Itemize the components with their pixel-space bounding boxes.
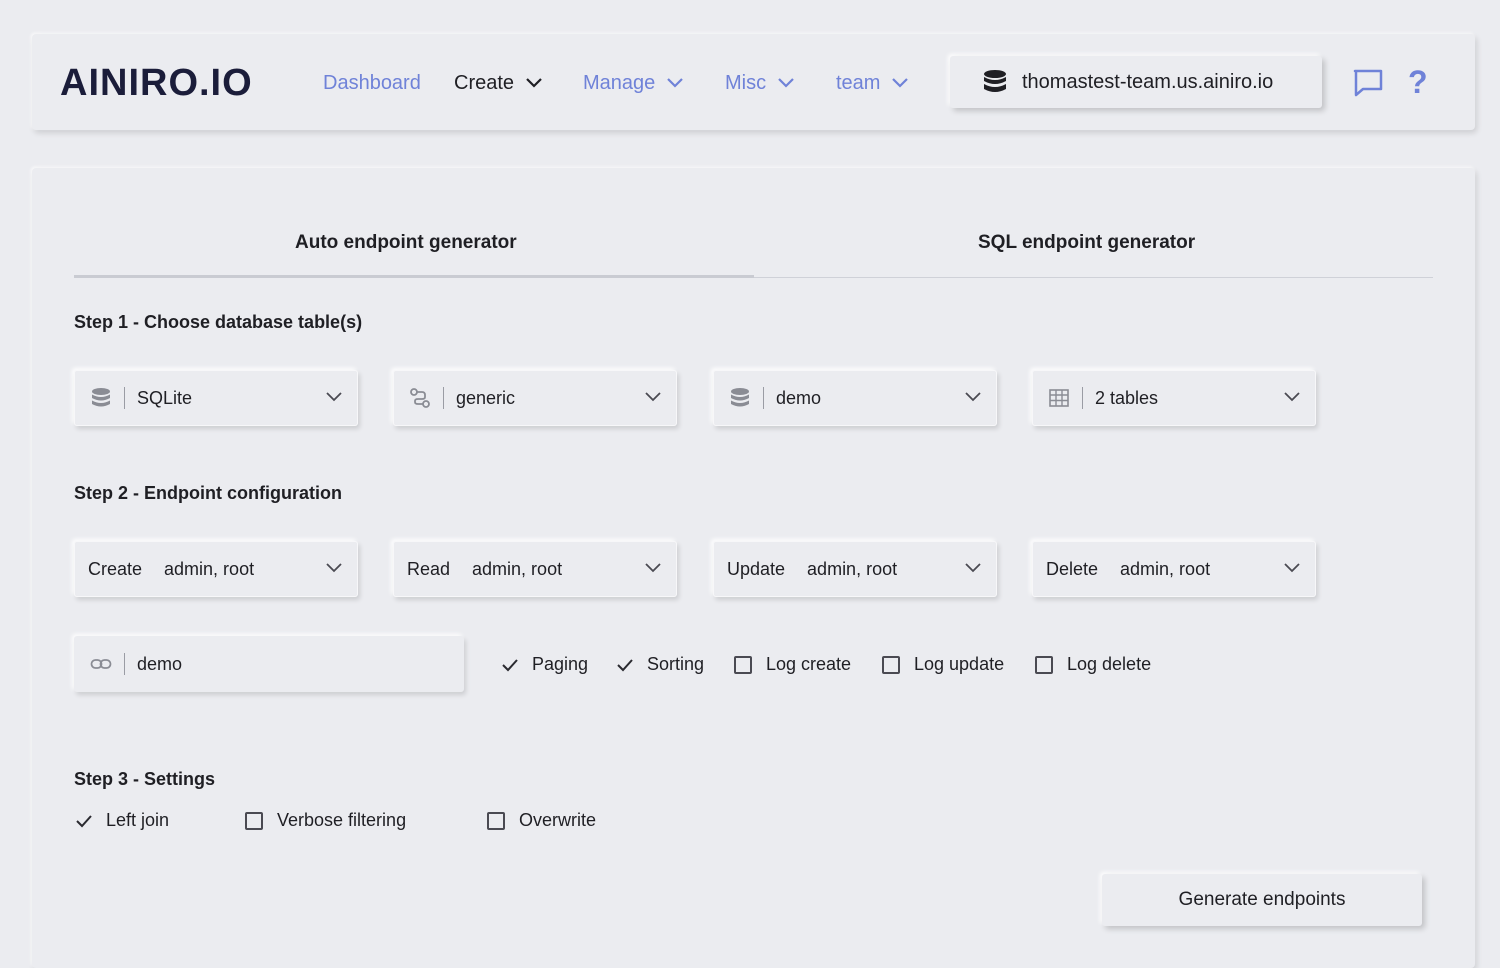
nav-dashboard-label: Dashboard [323, 72, 421, 94]
nav-misc-label: Misc [725, 72, 767, 94]
chat-icon[interactable] [1352, 68, 1384, 98]
chevron-down-icon [778, 78, 794, 88]
help-icon[interactable]: ? [1408, 64, 1428, 100]
checkbox-empty-icon [1035, 655, 1053, 674]
endpoint-url-input[interactable]: demo [74, 636, 464, 692]
create-roles-select[interactable]: Create admin, root [74, 541, 358, 597]
connection-string-value: generic [456, 387, 516, 408]
nav-misc[interactable]: Misc [725, 71, 794, 95]
connection-string-select[interactable]: generic [393, 370, 677, 426]
connection-icon [409, 387, 431, 409]
separator [124, 653, 125, 675]
chevron-down-icon [965, 563, 981, 573]
checkbox-empty-icon [882, 655, 900, 674]
verbose-filtering-checkbox[interactable]: Verbose filtering [245, 810, 406, 831]
checkmark-icon [615, 655, 635, 675]
log-delete-checkbox[interactable]: Log delete [1035, 654, 1151, 675]
database-icon [90, 387, 112, 409]
checkmark-icon [500, 655, 520, 675]
host-name: thomastest-team.us.ainiro.io [1022, 70, 1274, 93]
delete-roles-select[interactable]: Delete admin, root [1032, 541, 1316, 597]
endpoint-url-value: demo [137, 653, 183, 674]
chevron-down-icon [1284, 563, 1300, 573]
log-create-checkbox[interactable]: Log create [734, 654, 851, 675]
create-label: Create [88, 558, 143, 579]
read-label: Read [407, 558, 451, 579]
chevron-down-icon [667, 78, 684, 88]
cloudlet-host-button[interactable]: thomastest-team.us.ainiro.io [950, 56, 1322, 108]
database-value: demo [776, 387, 822, 408]
checkmark-icon [74, 811, 94, 831]
sorting-label: Sorting [647, 654, 705, 674]
read-roles-select[interactable]: Read admin, root [393, 541, 677, 597]
read-roles-value: admin, root [472, 558, 563, 579]
database-type-select[interactable]: SQLite [74, 370, 358, 426]
separator [763, 387, 764, 409]
chevron-down-icon [1284, 392, 1300, 402]
tables-select[interactable]: 2 tables [1032, 370, 1316, 426]
svg-text:AINIRO.IO: AINIRO.IO [60, 64, 253, 100]
endpoint-generator-panel: Auto endpoint generator SQL endpoint gen… [32, 168, 1475, 968]
delete-label: Delete [1046, 558, 1099, 579]
separator [443, 387, 444, 409]
chevron-down-icon [645, 392, 661, 402]
left-join-checkbox[interactable]: Left join [74, 810, 169, 831]
nav-team-label: team [836, 72, 881, 94]
left-join-label: Left join [106, 810, 170, 830]
nav-create[interactable]: Create [454, 71, 542, 95]
checkbox-empty-icon [245, 811, 263, 830]
nav-dashboard[interactable]: Dashboard [323, 71, 421, 95]
log-update-checkbox[interactable]: Log update [882, 654, 1004, 675]
top-navbar: AINIRO.IO Dashboard Create Manage Misc t… [32, 34, 1475, 130]
log-create-label: Log create [766, 654, 852, 674]
tables-value: 2 tables [1095, 387, 1159, 408]
database-icon [984, 70, 1006, 92]
create-roles-value: admin, root [164, 558, 255, 579]
nav-create-label: Create [454, 72, 515, 94]
nav-team[interactable]: team [836, 71, 909, 95]
separator [1082, 387, 1083, 409]
chevron-down-icon [526, 78, 542, 88]
nav-manage-label: Manage [583, 72, 656, 94]
update-label: Update [727, 558, 786, 579]
ainiro-logo[interactable]: AINIRO.IO [60, 64, 300, 100]
table-icon [1048, 387, 1070, 409]
active-tab-indicator [74, 275, 754, 278]
log-delete-label: Log delete [1067, 654, 1152, 674]
chevron-down-icon [326, 392, 342, 402]
checkbox-empty-icon [734, 655, 752, 674]
paging-label: Paging [532, 654, 589, 674]
generate-endpoints-button[interactable]: Generate endpoints [1102, 874, 1422, 926]
chevron-down-icon [892, 78, 909, 88]
chevron-down-icon [326, 563, 342, 573]
chevron-down-icon [645, 563, 661, 573]
log-update-label: Log update [914, 654, 1005, 674]
checkbox-empty-icon [487, 811, 505, 830]
verbose-filtering-label: Verbose filtering [277, 810, 407, 830]
sorting-checkbox[interactable]: Sorting [615, 654, 704, 675]
database-icon [729, 387, 751, 409]
step3-title: Step 3 - Settings [74, 769, 216, 789]
database-select[interactable]: demo [713, 370, 997, 426]
delete-roles-value: admin, root [1120, 558, 1211, 579]
step2-title: Step 2 - Endpoint configuration [74, 483, 342, 503]
chevron-down-icon [965, 392, 981, 402]
overwrite-checkbox[interactable]: Overwrite [487, 810, 596, 831]
update-roles-value: admin, root [807, 558, 898, 579]
update-roles-select[interactable]: Update admin, root [713, 541, 997, 597]
overwrite-label: Overwrite [519, 810, 597, 830]
separator [124, 387, 125, 409]
link-icon [90, 653, 112, 675]
paging-checkbox[interactable]: Paging [500, 654, 588, 675]
nav-manage[interactable]: Manage [583, 71, 684, 95]
tab-auto-endpoint-generator[interactable]: Auto endpoint generator [295, 232, 517, 254]
database-type-value: SQLite [137, 387, 193, 408]
step1-title: Step 1 - Choose database table(s) [74, 312, 363, 332]
tab-sql-endpoint-generator[interactable]: SQL endpoint generator [978, 232, 1195, 254]
